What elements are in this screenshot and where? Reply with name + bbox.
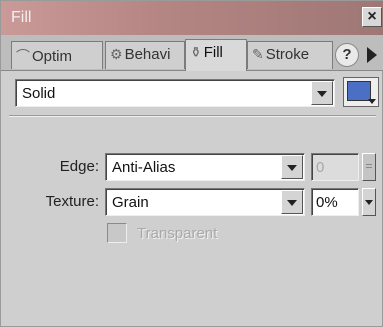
edge-select[interactable]: Anti-Alias bbox=[105, 153, 305, 181]
tab-label: Stroke bbox=[265, 46, 310, 63]
tab-scroll-right-icon[interactable] bbox=[367, 47, 377, 63]
title-bar[interactable]: Fill × bbox=[1, 1, 383, 35]
edge-amount-value: 0 bbox=[316, 159, 325, 176]
fill-color-swatch[interactable] bbox=[343, 77, 379, 107]
help-icon: ? bbox=[342, 46, 352, 63]
panel-title: Fill bbox=[11, 9, 32, 26]
optimize-icon: ⌒ bbox=[16, 48, 30, 64]
tab-fill[interactable]: ⚱ Fill bbox=[185, 39, 247, 71]
fill-type-select[interactable]: Solid bbox=[15, 79, 335, 107]
fill-type-value: Solid bbox=[22, 85, 56, 102]
close-button[interactable]: × bbox=[362, 7, 382, 27]
chevron-down-icon bbox=[368, 99, 376, 104]
texture-select[interactable]: Grain bbox=[105, 188, 305, 216]
texture-amount-field[interactable]: 0% bbox=[311, 188, 359, 216]
transparent-label: Transparent bbox=[137, 225, 218, 242]
tab-optimize[interactable]: ⌒ Optim bbox=[11, 41, 103, 69]
edge-value: Anti-Alias bbox=[112, 159, 176, 176]
close-icon: × bbox=[367, 8, 377, 25]
edge-amount-field: 0 bbox=[311, 153, 359, 181]
tab-stroke[interactable]: ✎ Stroke bbox=[247, 41, 333, 69]
tab-behaviors[interactable]: ⚙ Behavi bbox=[105, 41, 185, 69]
fill-bucket-icon: ⚱ bbox=[190, 44, 202, 60]
texture-amount-value: 0% bbox=[316, 194, 338, 211]
texture-value: Grain bbox=[112, 194, 149, 211]
tab-label: Fill bbox=[203, 44, 223, 61]
edge-label: Edge: bbox=[59, 158, 99, 175]
pencil-icon: ✎ bbox=[252, 46, 264, 62]
fill-panel: Fill × ⌒ Optim ⚙ Behavi ✎ Stroke ⚱ Fill ? So… bbox=[0, 0, 383, 327]
behaviors-icon: ⚙ bbox=[110, 46, 123, 62]
fill-color-chip bbox=[347, 81, 371, 101]
fill-type-dropdown-button[interactable] bbox=[311, 81, 333, 105]
help-button[interactable]: ? bbox=[335, 43, 359, 67]
texture-dropdown-button[interactable] bbox=[281, 190, 303, 214]
tab-label: Behavi bbox=[124, 46, 171, 63]
tab-label: Optim bbox=[32, 48, 73, 65]
section-divider bbox=[9, 115, 376, 117]
edge-dropdown-button[interactable] bbox=[281, 155, 303, 179]
texture-label: Texture: bbox=[45, 193, 99, 210]
transparent-checkbox[interactable] bbox=[107, 223, 127, 243]
slider-grip-icon bbox=[366, 164, 372, 168]
tab-strip: ⌒ Optim ⚙ Behavi ✎ Stroke ⚱ Fill ? bbox=[1, 35, 383, 71]
texture-amount-dropdown-button[interactable] bbox=[362, 188, 376, 216]
edge-amount-slider-button bbox=[362, 153, 376, 181]
